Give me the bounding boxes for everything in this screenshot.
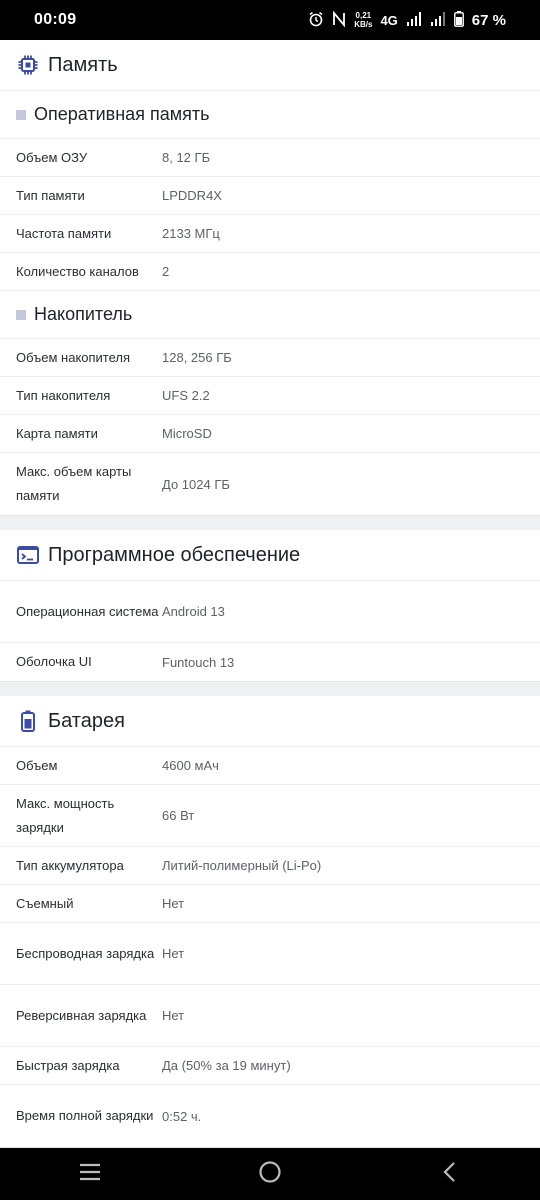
spec-value: 4600 мАч bbox=[162, 758, 219, 773]
home-icon bbox=[258, 1160, 282, 1189]
net-speed: 0,21 KB/s bbox=[354, 11, 372, 29]
spec-row-fast-charging: Быстрая зарядка Да (50% за 19 минут) bbox=[0, 1047, 540, 1085]
nav-bar bbox=[0, 1148, 540, 1200]
battery-status-icon bbox=[453, 10, 464, 30]
spec-value: Да (50% за 19 минут) bbox=[162, 1058, 291, 1073]
battery-header: Батарея bbox=[0, 696, 540, 747]
subhead-marker bbox=[16, 109, 26, 120]
ram-subhead: Оперативная память bbox=[0, 91, 540, 139]
software-header: Программное обеспечение bbox=[0, 530, 540, 581]
spec-value: Android 13 bbox=[162, 604, 225, 619]
spec-value: Funtouch 13 bbox=[162, 654, 235, 670]
spec-label: Быстрая зарядка bbox=[16, 1057, 120, 1073]
spec-value: Нет bbox=[162, 1008, 185, 1023]
battery-percent: 67 % bbox=[471, 11, 506, 29]
spec-label: Операционная система bbox=[16, 603, 159, 619]
terminal-icon bbox=[16, 543, 40, 567]
spec-label: Реверсивная зарядка bbox=[16, 1007, 147, 1023]
signal-icon bbox=[406, 11, 422, 29]
spec-value: 2133 МГц bbox=[162, 226, 220, 241]
ram-title: Оперативная память bbox=[34, 104, 210, 124]
spec-row-ram-size: Объем ОЗУ 8, 12 ГБ bbox=[0, 139, 540, 177]
spec-value: MicroSD bbox=[162, 426, 212, 441]
spec-row-max-card-size: Макс. объем карты памяти До 1024 ГБ bbox=[0, 453, 540, 515]
nfc-icon bbox=[332, 10, 346, 30]
software-card: Программное обеспечение Операционная сис… bbox=[0, 530, 540, 682]
spec-label: Беспроводная зарядка bbox=[16, 945, 155, 961]
spec-value: 66 Вт bbox=[162, 808, 195, 823]
alarm-icon bbox=[308, 11, 324, 30]
back-button[interactable] bbox=[420, 1154, 480, 1194]
battery-icon bbox=[16, 709, 40, 733]
status-bar: 00:09 0,21 KB/s 4G 67 % bbox=[0, 0, 540, 40]
spec-label: Объем накопителя bbox=[16, 349, 131, 365]
spec-row-wireless-charging: Беспроводная зарядка Нет bbox=[0, 923, 540, 985]
spec-value: 2 bbox=[162, 264, 170, 279]
net-speed-unit: KB/s bbox=[354, 20, 373, 29]
spec-row-max-charge-power: Макс. мощность зарядки 66 Вт bbox=[0, 785, 540, 847]
spec-label: Тип накопителя bbox=[16, 387, 111, 403]
network-type: 4G bbox=[380, 12, 398, 28]
spec-label: Время полной зарядки bbox=[16, 1108, 154, 1123]
menu-icon bbox=[78, 1163, 102, 1186]
spec-value: Нет bbox=[162, 896, 185, 911]
spec-row-ram-type: Тип памяти LPDDR4X bbox=[0, 177, 540, 215]
chip-icon bbox=[16, 53, 40, 77]
signal-icon-2 bbox=[430, 11, 446, 29]
home-button[interactable] bbox=[240, 1154, 300, 1194]
spec-row-ram-channels: Количество каналов 2 bbox=[0, 253, 540, 291]
battery-title: Батарея bbox=[48, 709, 125, 732]
spec-value: До 1024 ГБ bbox=[162, 476, 230, 492]
spec-value: 0:52 ч. bbox=[162, 1108, 202, 1124]
status-indicators: 0,21 KB/s 4G 67 % bbox=[308, 10, 506, 30]
software-title: Программное обеспечение bbox=[48, 543, 301, 566]
spec-value: 128, 256 ГБ bbox=[162, 350, 232, 365]
spec-value: Нет bbox=[162, 946, 185, 961]
spec-row-memory-card: Карта памяти MicroSD bbox=[0, 415, 540, 453]
memory-header: Память bbox=[0, 40, 540, 91]
spec-label: Тип аккумулятора bbox=[16, 857, 124, 873]
spec-value: 8, 12 ГБ bbox=[162, 150, 211, 165]
spec-row-capacity: Объем 4600 мАч bbox=[0, 747, 540, 785]
spec-label: Карта памяти bbox=[16, 425, 98, 441]
spec-value: UFS 2.2 bbox=[162, 388, 210, 403]
status-time: 00:09 bbox=[34, 11, 77, 28]
spec-label: Частота памяти bbox=[16, 225, 112, 241]
net-speed-value: 0,21 bbox=[355, 11, 372, 20]
spec-content[interactable]: Память Оперативная память Объем ОЗУ 8, 1… bbox=[0, 40, 540, 1148]
spec-row-storage-type: Тип накопителя UFS 2.2 bbox=[0, 377, 540, 415]
spec-label: Съемный bbox=[16, 895, 74, 911]
storage-subhead: Накопитель bbox=[0, 291, 540, 339]
storage-title: Накопитель bbox=[34, 304, 133, 324]
spec-label: Макс. объем карты памяти bbox=[16, 464, 132, 503]
spec-label: Объем ОЗУ bbox=[16, 149, 88, 165]
spec-row-ram-frequency: Частота памяти 2133 МГц bbox=[0, 215, 540, 253]
spec-value: LPDDR4X bbox=[162, 188, 222, 203]
spec-label: Макс. мощность зарядки bbox=[16, 795, 115, 835]
menu-button[interactable] bbox=[60, 1154, 120, 1194]
subhead-marker bbox=[16, 309, 26, 320]
battery-card: Батарея Объем 4600 мАч Макс. мощность за… bbox=[0, 696, 540, 1148]
spec-row-battery-type: Тип аккумулятора Литий-полимерный (Li-Po… bbox=[0, 847, 540, 885]
spec-row-os: Операционная система Android 13 bbox=[0, 581, 540, 643]
spec-row-ui-shell: Оболочка UI Funtouch 13 bbox=[0, 643, 540, 681]
spec-value: Литий-полимерный (Li-Po) bbox=[162, 858, 322, 873]
spec-row-full-charge-time: Время полной зарядки 0:52 ч. bbox=[0, 1085, 540, 1147]
spec-label: Оболочка UI bbox=[16, 654, 92, 669]
spec-label: Тип памяти bbox=[16, 187, 85, 203]
memory-card: Память Оперативная память Объем ОЗУ 8, 1… bbox=[0, 40, 540, 516]
spec-label: Объем bbox=[16, 757, 58, 773]
memory-title: Память bbox=[48, 53, 118, 76]
back-icon bbox=[442, 1161, 458, 1188]
spec-row-removable: Съемный Нет bbox=[0, 885, 540, 923]
spec-row-storage-size: Объем накопителя 128, 256 ГБ bbox=[0, 339, 540, 377]
spec-label: Количество каналов bbox=[16, 263, 139, 279]
spec-row-reverse-charging: Реверсивная зарядка Нет bbox=[0, 985, 540, 1047]
